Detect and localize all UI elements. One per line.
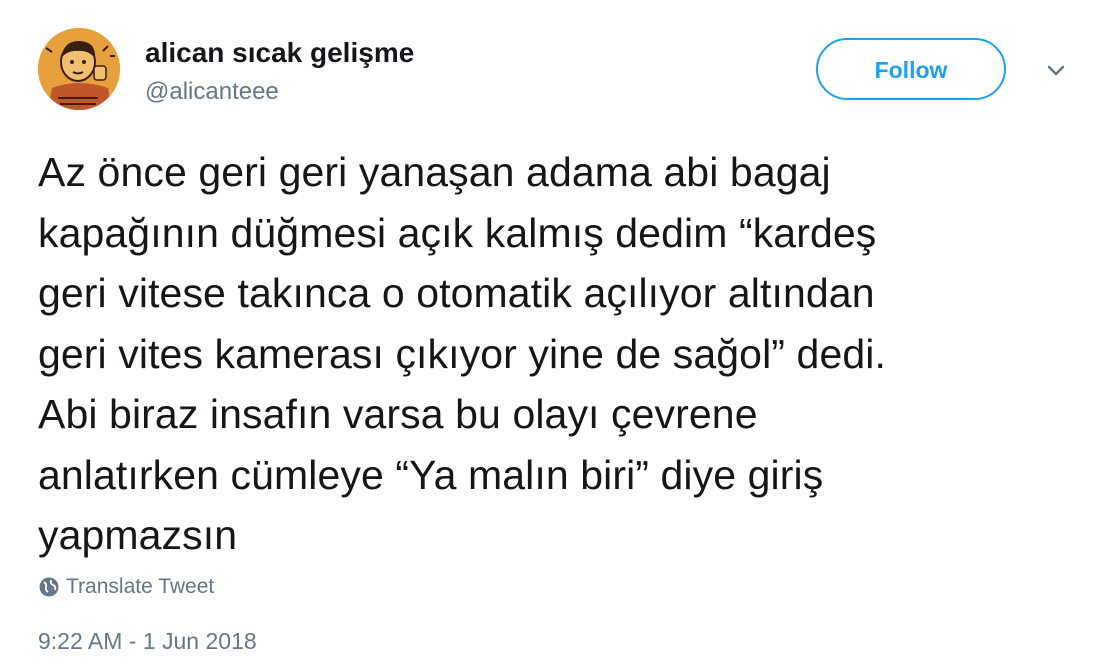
- tweet-text: Az önce geri geri yanaşan adama abi baga…: [38, 149, 886, 558]
- display-name[interactable]: alican sıcak gelişme: [145, 36, 414, 70]
- tweet-card: alican sıcak gelişme @alicanteee Follow …: [0, 0, 1100, 671]
- tweet-timestamp[interactable]: 9:22 AM - 1 Jun 2018: [38, 626, 257, 656]
- user-handle[interactable]: @alicanteee: [145, 78, 279, 106]
- avatar[interactable]: [38, 28, 120, 110]
- translate-tweet-link[interactable]: Translate Tweet: [38, 572, 214, 602]
- chevron-down-icon: [1047, 65, 1065, 76]
- translate-tweet-label: Translate Tweet: [66, 575, 215, 598]
- avatar-illustration-icon: [38, 28, 120, 110]
- follow-button[interactable]: Follow: [816, 38, 1006, 100]
- more-options-button[interactable]: [1043, 60, 1069, 80]
- globe-icon: [38, 576, 60, 598]
